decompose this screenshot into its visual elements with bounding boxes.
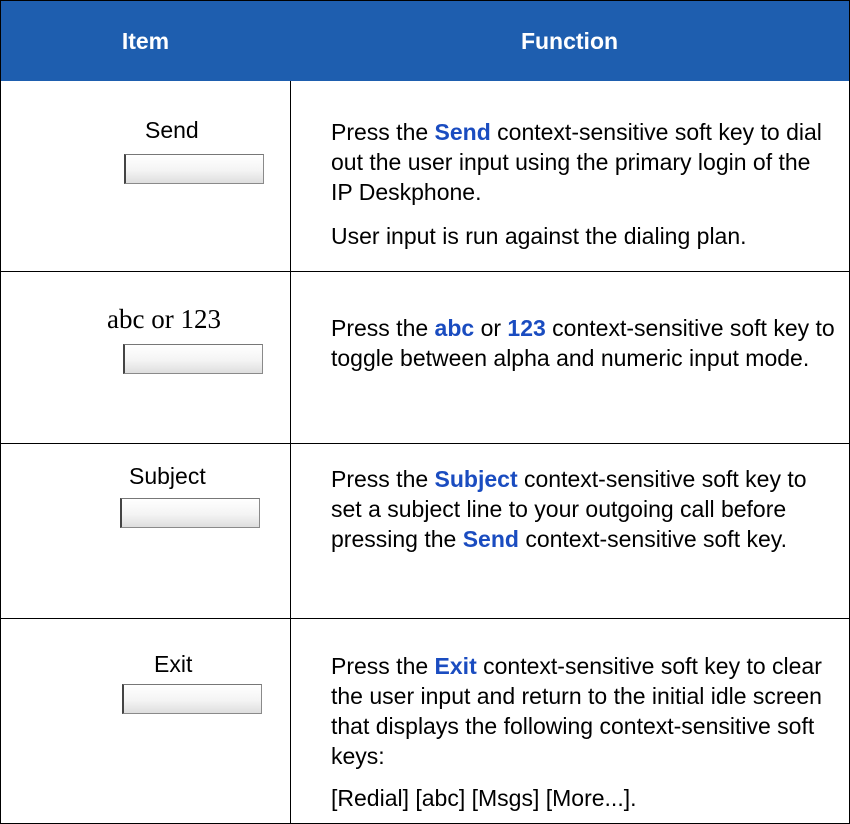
soft-key-label-subject: Subject xyxy=(129,463,206,489)
function-description: Press the abc or 123 context-sensitive s… xyxy=(331,315,835,371)
soft-key-label-exit: Exit xyxy=(154,651,193,677)
row-divider xyxy=(1,618,849,619)
function-note: User input is run against the dialing pl… xyxy=(331,223,747,249)
function-description: Press the Send context-sensitive soft ke… xyxy=(331,119,822,205)
soft-key-label-send: Send xyxy=(145,117,199,143)
soft-key-label-abc-123: abc or 123 xyxy=(107,304,221,334)
function-description: Press the Exit context-sensitive soft ke… xyxy=(331,653,822,769)
header-function: Function xyxy=(520,27,619,54)
exit-soft-key[interactable] xyxy=(122,684,262,714)
abc-123-soft-key[interactable] xyxy=(123,344,263,374)
subject-soft-key[interactable] xyxy=(120,498,260,528)
function-description: Press the Subject context-sensitive soft… xyxy=(331,466,807,552)
function-note: [Redial] [abc] [Msgs] [More...]. xyxy=(331,785,637,811)
soft-key-table: Item Function Send Press the Send contex… xyxy=(0,0,850,824)
row-divider xyxy=(1,443,849,444)
row-divider xyxy=(1,271,849,272)
column-divider xyxy=(290,81,291,823)
table-header: Item Function xyxy=(1,1,849,81)
header-item: Item xyxy=(121,27,170,54)
send-soft-key[interactable] xyxy=(124,154,264,184)
